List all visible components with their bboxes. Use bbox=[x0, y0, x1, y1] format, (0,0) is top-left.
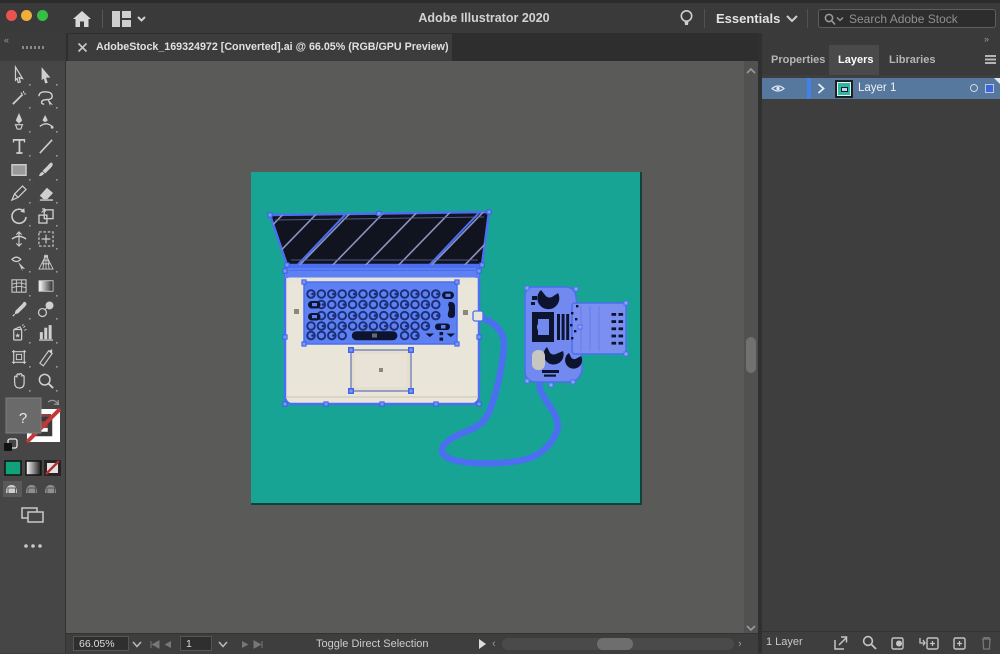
svg-text:?: ? bbox=[19, 410, 27, 427]
